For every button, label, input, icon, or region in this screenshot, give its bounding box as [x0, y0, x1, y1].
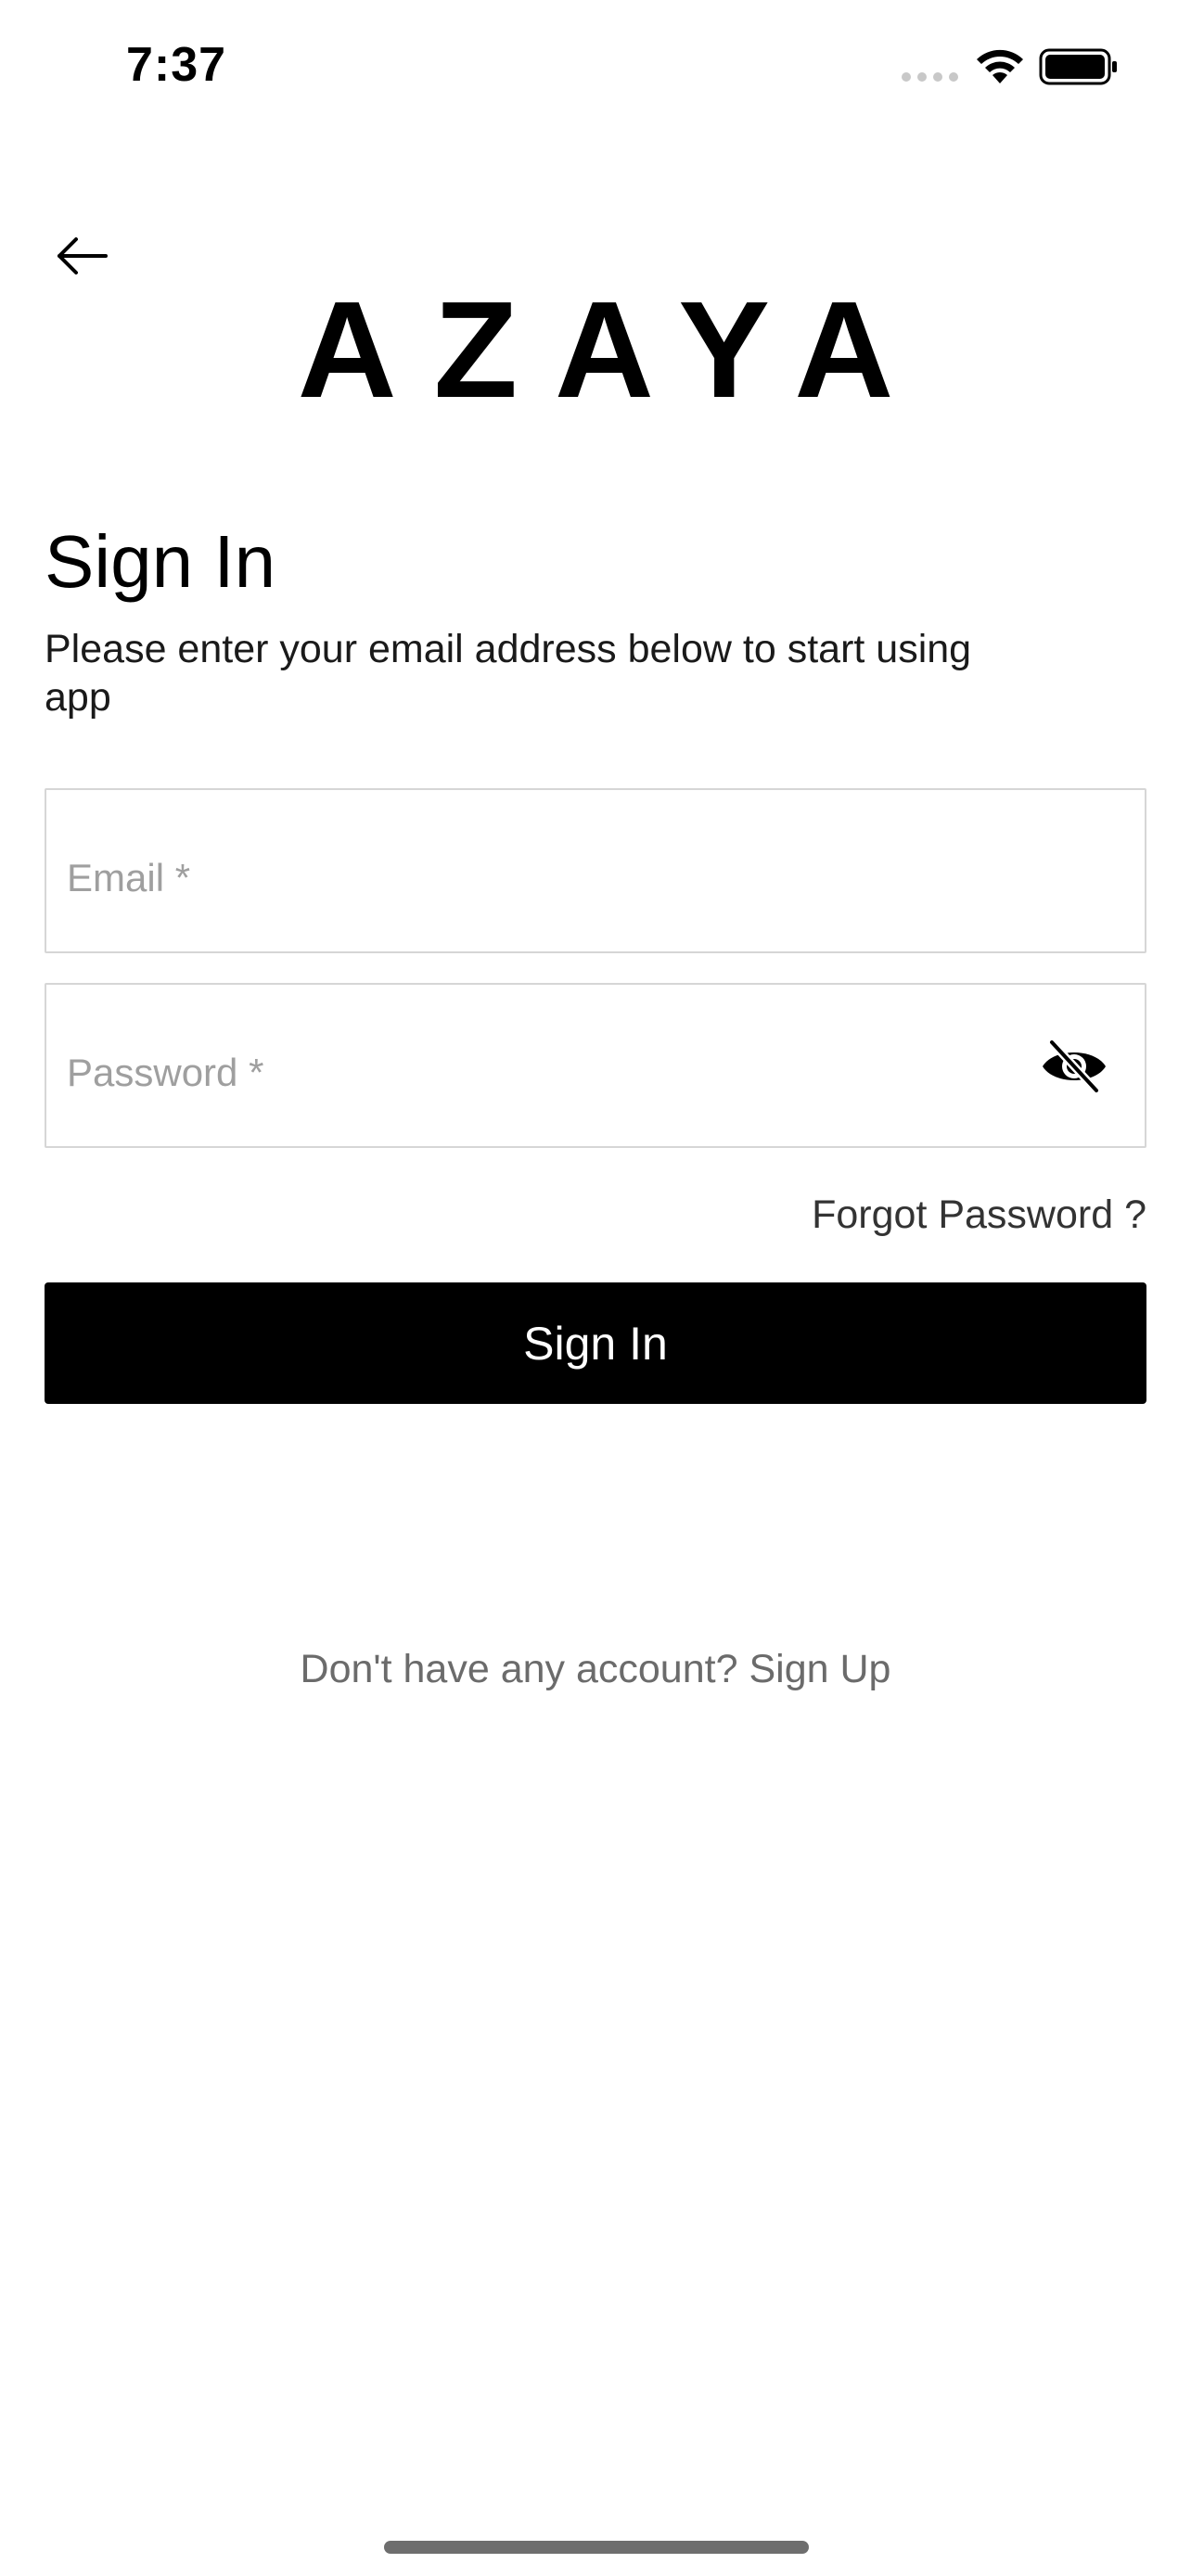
home-indicator: [384, 2541, 809, 2554]
arrow-left-icon: [58, 237, 108, 274]
signup-prompt-text: Don't have any account?: [300, 1647, 738, 1691]
status-time: 7:37: [126, 38, 227, 92]
page-subtitle: Please enter your email address below to…: [45, 627, 972, 720]
status-bar: 7:37: [0, 0, 1191, 130]
email-field[interactable]: [45, 788, 1146, 953]
eye-off-icon[interactable]: [1039, 1037, 1109, 1096]
sign-in-button[interactable]: Sign In: [45, 1282, 1146, 1404]
signal-dots-icon: [902, 72, 958, 82]
page-title: Sign In: [45, 520, 276, 603]
battery-icon: [1039, 48, 1117, 85]
password-input[interactable]: [67, 985, 994, 1146]
signup-link[interactable]: Sign Up: [749, 1647, 890, 1691]
forgot-password-link[interactable]: Forgot Password ?: [812, 1187, 1146, 1243]
wifi-icon: [977, 49, 1023, 83]
signup-prompt: Don't have any account? Sign Up: [0, 1641, 1191, 1697]
password-field[interactable]: [45, 983, 1146, 1148]
brand-logo: AZAYA: [297, 274, 931, 427]
email-input[interactable]: [67, 790, 994, 951]
